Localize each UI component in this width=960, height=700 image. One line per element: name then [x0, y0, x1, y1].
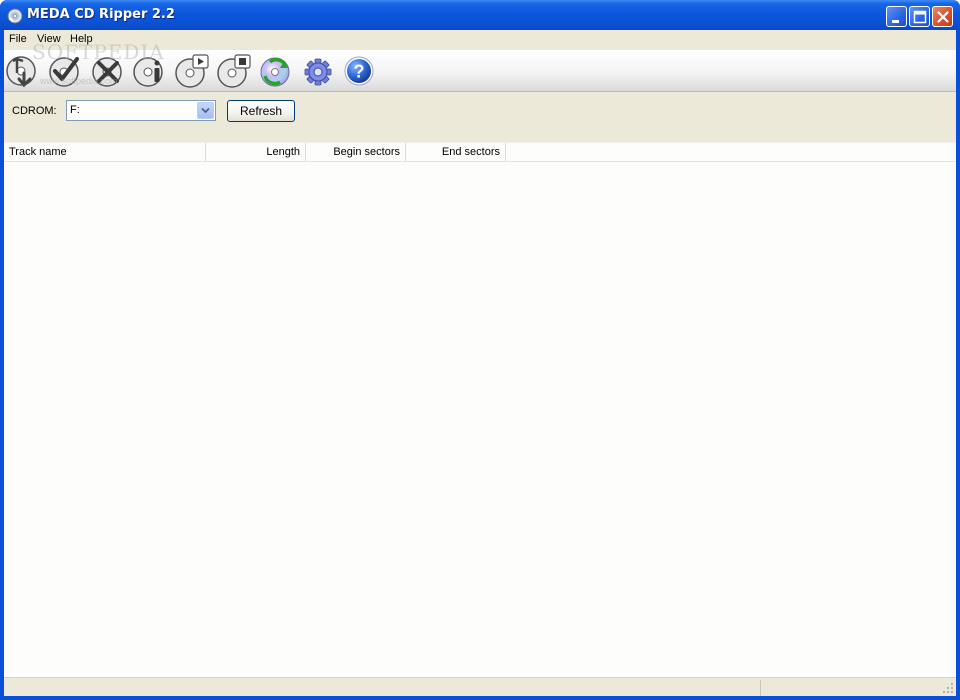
check-all-button[interactable] [46, 53, 82, 89]
help-icon: ? [344, 56, 374, 86]
menu-help[interactable]: Help [70, 33, 93, 45]
column-end-sectors-label: End sectors [441, 146, 500, 158]
client-area: File View Help ? SOFTPEDIA www.softpedia… [4, 30, 956, 696]
column-track-name[interactable]: Track name [4, 143, 206, 162]
cd-info-icon [133, 57, 163, 87]
refresh-button[interactable]: Refresh [227, 100, 295, 122]
minimize-icon [892, 20, 899, 23]
chevron-down-icon [201, 107, 210, 114]
cd-info-button[interactable] [131, 53, 167, 89]
settings-button[interactable] [301, 53, 337, 89]
cdrom-label: CDROM: [12, 105, 57, 117]
column-length-label: Length [266, 146, 300, 158]
uncheck-all-button[interactable] [89, 53, 125, 89]
column-begin-sectors-label: Begin sectors [333, 146, 400, 158]
track-list-body[interactable] [4, 162, 956, 677]
status-bar [4, 677, 956, 696]
cdrom-dropdown-button[interactable] [197, 102, 214, 119]
app-window: MEDA CD Ripper 2.2 File View Help ? SOFT… [0, 0, 960, 700]
check-all-icon [49, 57, 79, 87]
column-length[interactable]: Length [206, 143, 306, 162]
status-pane [760, 680, 956, 696]
window-title: MEDA CD Ripper 2.2 [27, 7, 175, 22]
cdrom-selected-value: F: [70, 104, 80, 116]
uncheck-all-icon [92, 57, 122, 87]
cd-refresh-button[interactable] [258, 53, 294, 89]
title-bar[interactable]: MEDA CD Ripper 2.2 [0, 0, 960, 30]
settings-gear-icon [304, 58, 332, 86]
cd-app-icon [7, 8, 23, 24]
maximize-icon [913, 10, 927, 24]
help-button[interactable]: ? [343, 53, 379, 89]
track-list[interactable]: Track name Length Begin sectors End sect… [4, 142, 956, 677]
rip-cd-icon [6, 56, 36, 88]
maximize-button[interactable] [909, 6, 930, 27]
eject-refresh-icon [260, 57, 290, 87]
close-icon [937, 11, 949, 23]
svg-text:?: ? [354, 62, 365, 82]
toolbar: ? [4, 50, 956, 92]
resize-grip-icon[interactable] [942, 682, 954, 694]
track-list-header: Track name Length Begin sectors End sect… [4, 143, 956, 162]
column-begin-sectors[interactable]: Begin sectors [306, 143, 406, 162]
menu-file[interactable]: File [9, 33, 27, 45]
column-track-name-label: Track name [9, 146, 67, 158]
rip-cd-button[interactable] [4, 53, 40, 89]
minimize-button[interactable] [886, 6, 907, 27]
stop-icon [217, 54, 251, 88]
menu-bar: File View Help [4, 30, 956, 50]
cdrom-select[interactable]: F: [66, 100, 216, 121]
play-icon [175, 54, 209, 88]
column-end-sectors[interactable]: End sectors [406, 143, 506, 162]
drive-panel: CDROM: F: Refresh [4, 92, 956, 142]
play-button[interactable] [174, 53, 210, 89]
close-button[interactable] [932, 6, 953, 27]
stop-button[interactable] [216, 53, 252, 89]
menu-view[interactable]: View [37, 33, 61, 45]
